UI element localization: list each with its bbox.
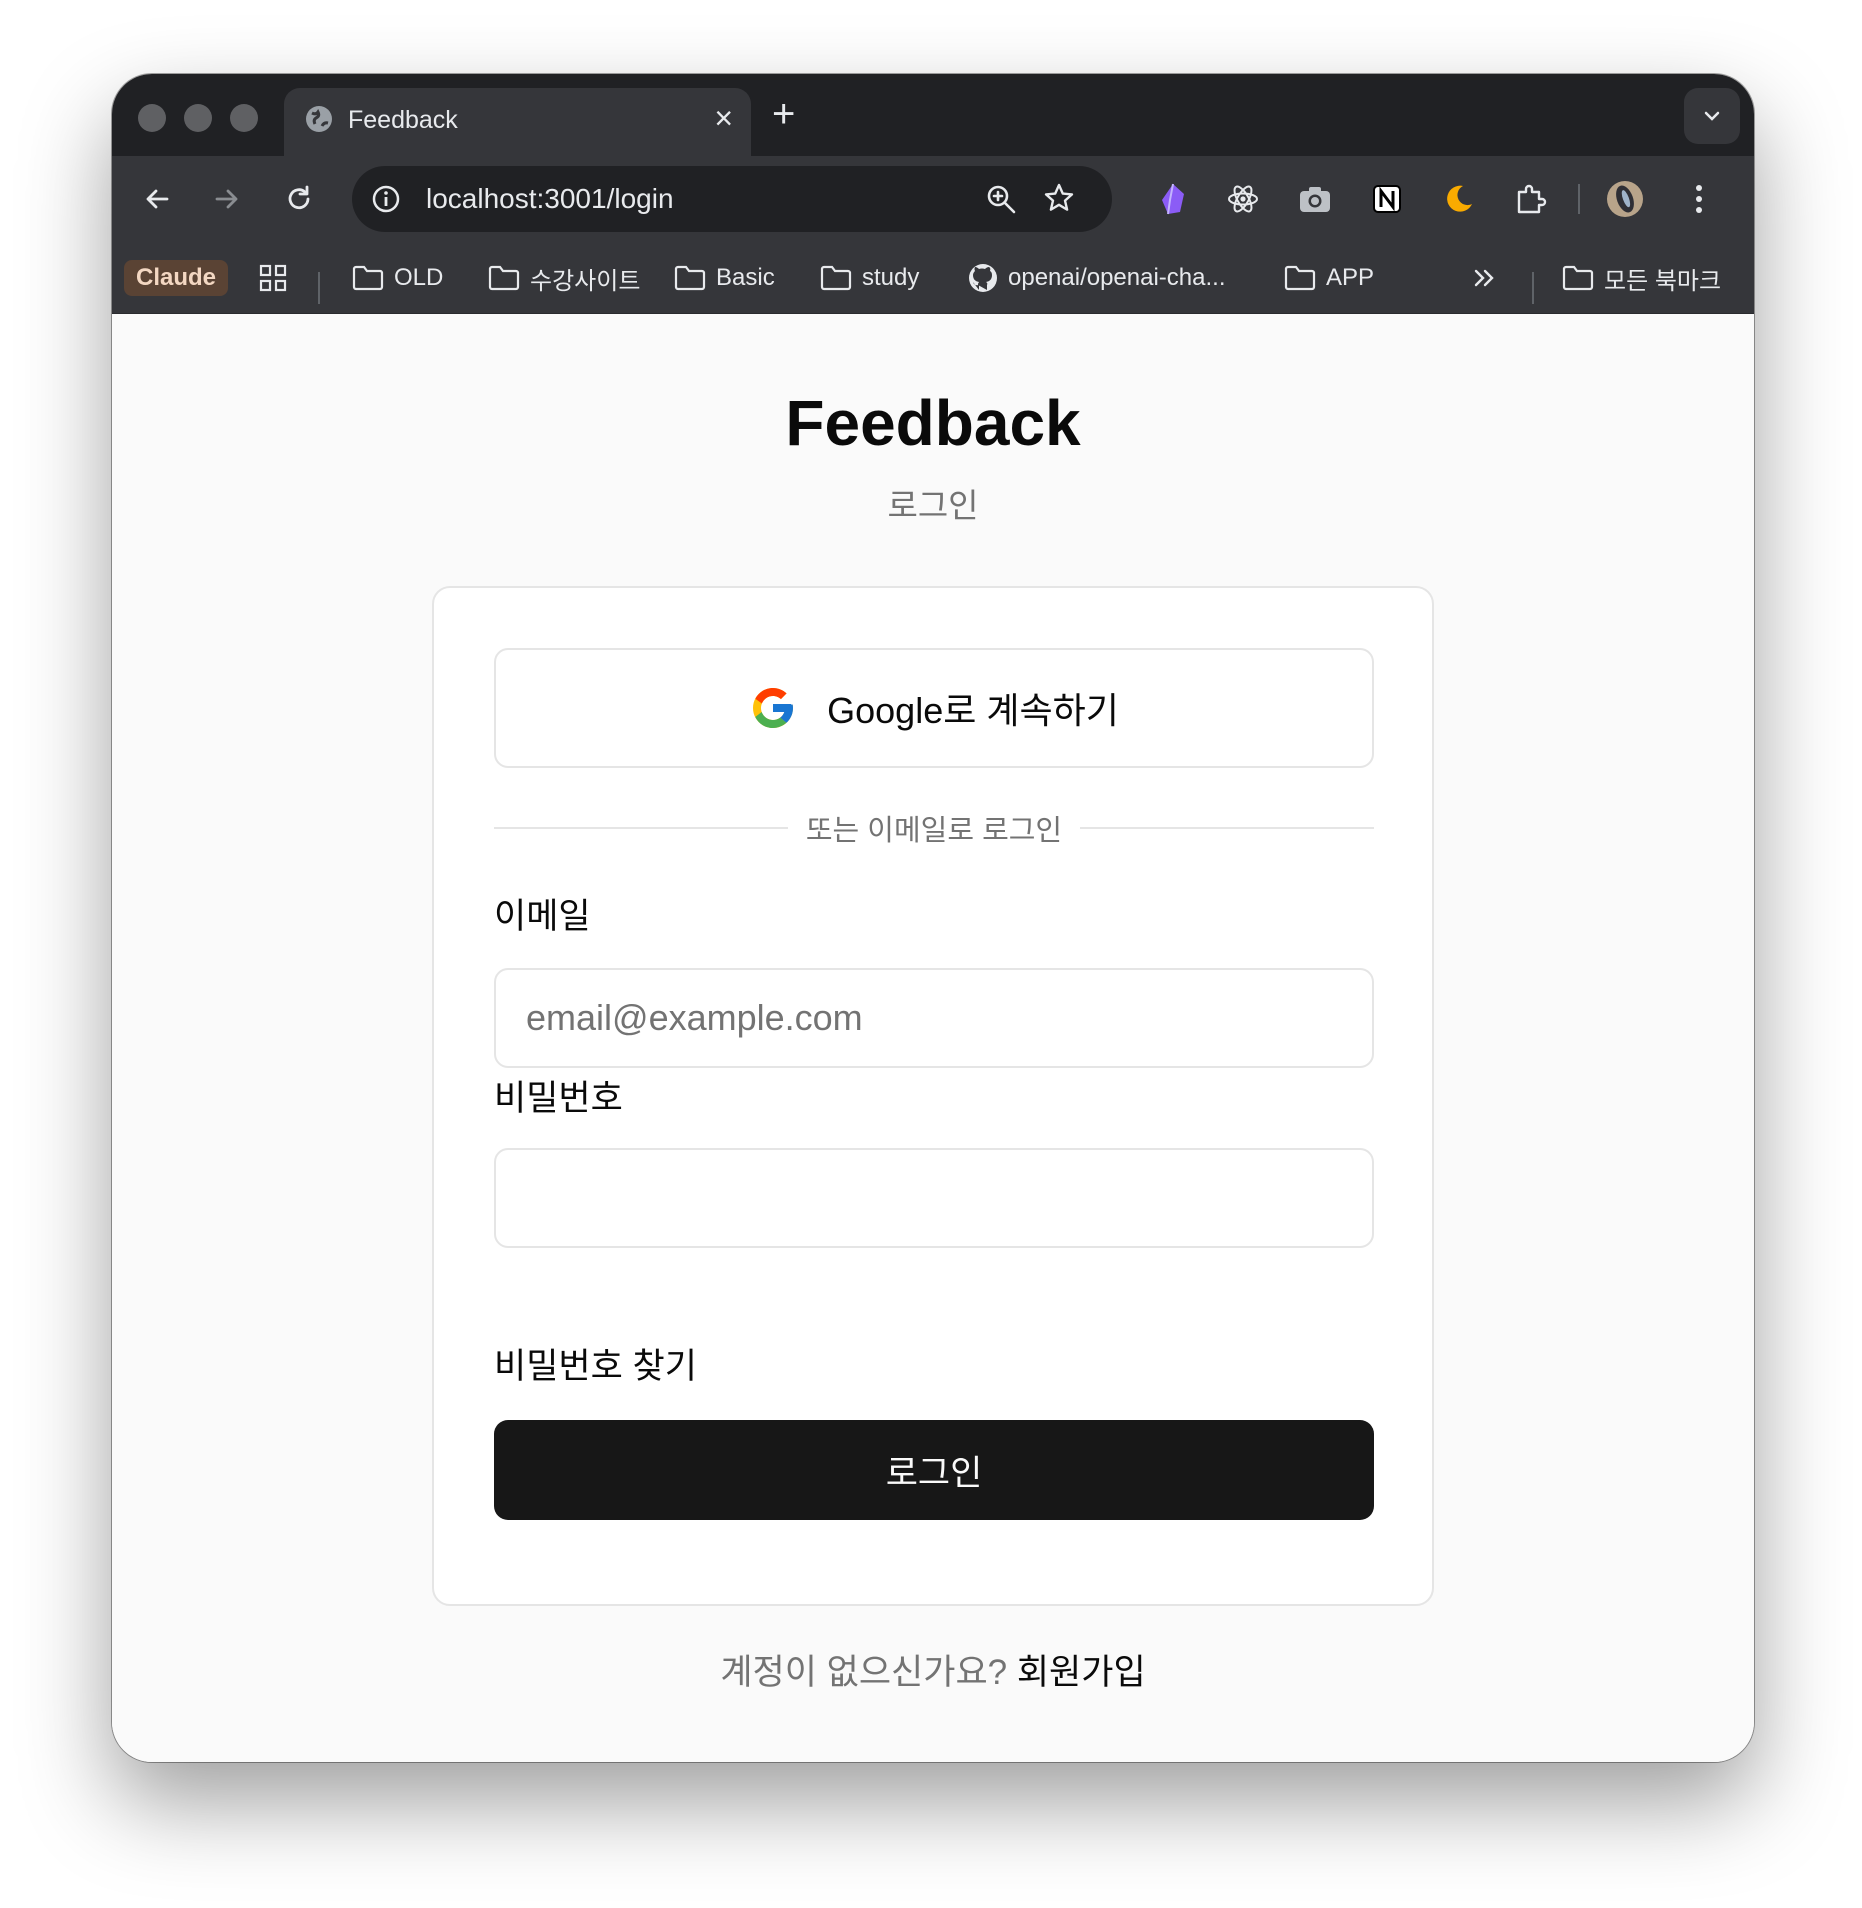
bookmark-github-openai[interactable]: openai/openai-cha... [968,258,1226,298]
google-login-label: Google로 계속하기 [827,690,1119,731]
tab-search-button[interactable] [1684,88,1740,144]
password-field[interactable] [494,1148,1374,1248]
url-text: localhost:3001/login [426,183,674,214]
chevron-down-icon [1704,111,1720,121]
folder-icon [1284,265,1316,291]
forward-button[interactable] [206,178,248,220]
folder-icon [488,265,520,291]
apps-grid-icon [259,264,287,292]
signup-prompt-text: 계정이 없으신가요? [720,1653,1008,1692]
tab-feedback[interactable]: Feedback × [284,88,751,156]
divider-text: 또는 이메일로 로그인 [805,815,1063,847]
bookmark-claude-label: Claude [124,260,229,296]
tab-strip: Feedback × + [112,74,1754,156]
tab-title: Feedback [348,106,458,134]
bookmark-folder-courses[interactable]: 수강사이트 [488,258,640,298]
site-info-icon[interactable] [370,183,402,215]
forgot-password-link[interactable]: 비밀번호 찾기 [494,1338,697,1389]
divider-line [1080,827,1374,829]
reload-icon [288,185,310,210]
bookmarks-overflow-button[interactable] [1470,258,1498,298]
close-tab-icon[interactable]: × [714,98,733,138]
arrow-right-icon [215,189,238,209]
browser-toolbar: localhost:3001/login [112,156,1754,242]
page-title: Feedback [785,387,1081,459]
window-controls [138,104,258,132]
bookmarks-bar: Claude OLD 수강사이트 Basic study openai/open… [112,242,1754,314]
kebab-menu-icon [1696,185,1702,213]
bookmark-star-icon[interactable] [1042,181,1076,215]
extension-obsidian-icon[interactable] [1152,178,1194,220]
maximize-window-button[interactable] [230,104,258,132]
address-bar[interactable]: localhost:3001/login [352,166,1112,232]
extension-night-mode-icon[interactable] [1438,178,1480,220]
bookmark-claude[interactable]: Claude [124,258,229,298]
browser-window: Feedback × + localhost:3001/login Claude… [112,74,1754,1762]
profile-avatar[interactable] [1604,178,1646,220]
reload-button[interactable] [278,178,320,220]
back-button[interactable] [136,178,178,220]
or-divider: 또는 이메일로 로그인 [494,808,1374,848]
email-field[interactable] [494,968,1374,1068]
bookmark-folder-study[interactable]: study [820,258,919,298]
folder-icon [674,265,706,291]
toolbar-separator [1578,184,1580,214]
arrow-left-icon [146,189,169,209]
bookmark-all-folder[interactable]: 모든 북마크 [1562,258,1721,298]
google-icon [753,688,794,728]
folder-icon [1562,265,1594,291]
divider-line [494,827,788,829]
signup-prompt: 계정이 없으신가요? 회원가입 [112,1644,1754,1695]
extensions-puzzle-icon[interactable] [1510,178,1552,220]
extension-camera-icon[interactable] [1294,178,1336,220]
login-card: Google로 계속하기 또는 이메일로 로그인 이메일 비밀번호 비밀번호 찾… [432,586,1434,1606]
bookmark-separator [318,272,320,304]
bookmark-folder-basic[interactable]: Basic [674,258,775,298]
page-subtitle: 로그인 [887,487,979,524]
email-label: 이메일 [494,897,591,936]
google-login-button[interactable]: Google로 계속하기 [494,648,1374,768]
folder-icon [352,265,384,291]
minimize-window-button[interactable] [184,104,212,132]
zoom-icon[interactable] [984,182,1018,216]
apps-button[interactable] [258,258,288,298]
github-icon [969,264,997,292]
login-submit-label: 로그인 [885,1453,983,1493]
extension-notion-icon[interactable] [1366,178,1408,220]
page-content: Feedback 로그인 Google로 계속하기 또는 이메일로 로그인 이메… [112,314,1754,1762]
bookmark-folder-app[interactable]: APP [1284,258,1374,298]
login-submit-button[interactable]: 로그인 [494,1420,1374,1520]
signup-link[interactable]: 회원가입 [1017,1653,1146,1692]
bookmark-separator [1532,272,1534,304]
more-menu-button[interactable] [1678,178,1720,220]
close-window-button[interactable] [138,104,166,132]
new-tab-button[interactable]: + [772,94,795,134]
extension-react-icon[interactable] [1222,178,1264,220]
globe-icon [306,106,332,132]
bookmark-folder-old[interactable]: OLD [352,258,443,298]
folder-icon [820,265,852,291]
double-chevron-right-icon [1474,269,1494,287]
password-label: 비밀번호 [494,1079,623,1118]
